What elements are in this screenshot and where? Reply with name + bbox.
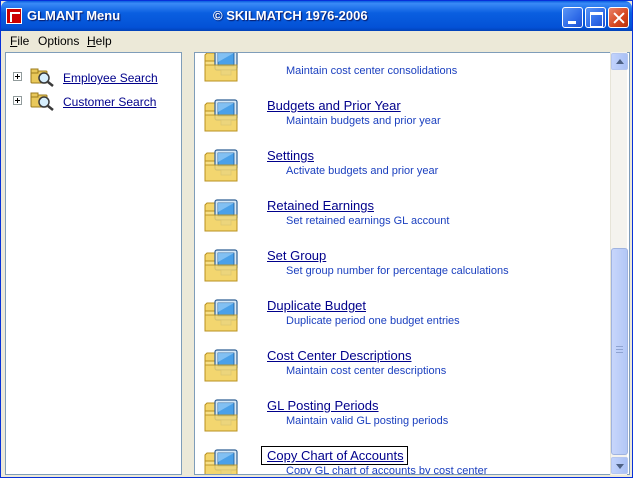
menu-list-item[interactable]: Cost Center Descriptions Maintain cost ce… bbox=[195, 326, 611, 382]
copyright-text: © SKILMATCH 1976-2006 bbox=[213, 8, 368, 23]
scroll-down-button[interactable] bbox=[611, 457, 628, 474]
menu-item-title[interactable]: Budgets and Prior Year bbox=[267, 98, 401, 113]
menu-list: Maintain cost center consolidations Budge… bbox=[194, 52, 630, 475]
menu-help[interactable]: Help bbox=[87, 34, 112, 48]
tree-item-label[interactable]: Customer Search bbox=[63, 95, 156, 109]
minimize-button[interactable] bbox=[562, 7, 583, 28]
tree-item-employee-search[interactable]: Employee Search bbox=[6, 67, 181, 89]
scroll-up-button[interactable] bbox=[611, 53, 628, 70]
menu-file-label: ile bbox=[17, 34, 30, 48]
menu-item-title[interactable]: Set Group bbox=[267, 248, 326, 263]
folder-computer-icon[interactable] bbox=[203, 445, 241, 475]
menu-item-title[interactable]: Copy Chart of Accounts bbox=[261, 446, 408, 465]
menu-list-item[interactable]: Copy Chart of Accounts Copy GL chart of a… bbox=[195, 426, 611, 475]
menu-list-item[interactable]: Duplicate Budget Duplicate period one bud… bbox=[195, 276, 611, 332]
maximize-button[interactable] bbox=[585, 7, 606, 28]
vertical-scrollbar[interactable] bbox=[610, 52, 628, 475]
menu-help-label: elp bbox=[95, 34, 112, 48]
window-title: GLMANT Menu bbox=[27, 8, 121, 23]
menu-list-item[interactable]: Retained Earnings Set retained earnings … bbox=[195, 176, 611, 232]
menu-help-mnemonic: H bbox=[87, 34, 96, 48]
menu-item-title[interactable]: Retained Earnings bbox=[267, 198, 374, 213]
close-button[interactable] bbox=[608, 7, 629, 28]
pane-splitter[interactable] bbox=[182, 52, 194, 475]
app-logo-icon[interactable] bbox=[6, 8, 22, 24]
menu-item-description: Copy GL chart of accounts by cost center bbox=[286, 465, 488, 475]
title-bar[interactable]: GLMANT Menu © SKILMATCH 1976-2006 bbox=[1, 1, 632, 31]
menu-bar: File Options Help bbox=[4, 31, 629, 51]
menu-list-item[interactable]: GL Posting Periods Maintain valid GL post… bbox=[195, 376, 611, 432]
search-icon bbox=[30, 68, 54, 87]
menu-list-item[interactable]: Settings Activate budgets and prior year bbox=[195, 126, 611, 182]
expand-icon[interactable] bbox=[13, 96, 22, 105]
menu-list-item[interactable]: Set Group Set group number for percentage… bbox=[195, 226, 611, 282]
navigation-tree: Employee Search Customer Search bbox=[5, 52, 182, 475]
menu-file[interactable]: File bbox=[10, 34, 29, 48]
expand-icon[interactable] bbox=[13, 72, 22, 81]
menu-list-item[interactable]: Budgets and Prior Year Maintain budgets a… bbox=[195, 76, 611, 132]
menu-item-title[interactable]: Cost Center Descriptions bbox=[267, 348, 412, 363]
tree-item-label[interactable]: Employee Search bbox=[63, 71, 158, 85]
search-icon bbox=[30, 92, 54, 111]
menu-list-item[interactable]: Maintain cost center consolidations bbox=[195, 53, 611, 82]
menu-options[interactable]: Options bbox=[38, 34, 79, 48]
menu-item-title[interactable]: Duplicate Budget bbox=[267, 298, 366, 313]
menu-options-label: Options bbox=[38, 34, 80, 48]
scroll-thumb[interactable] bbox=[611, 248, 628, 455]
tree-item-customer-search[interactable]: Customer Search bbox=[6, 91, 181, 113]
menu-item-title[interactable]: GL Posting Periods bbox=[267, 398, 379, 413]
app-window: GLMANT Menu © SKILMATCH 1976-2006 File O… bbox=[0, 0, 633, 478]
menu-item-title[interactable]: Settings bbox=[267, 148, 314, 163]
